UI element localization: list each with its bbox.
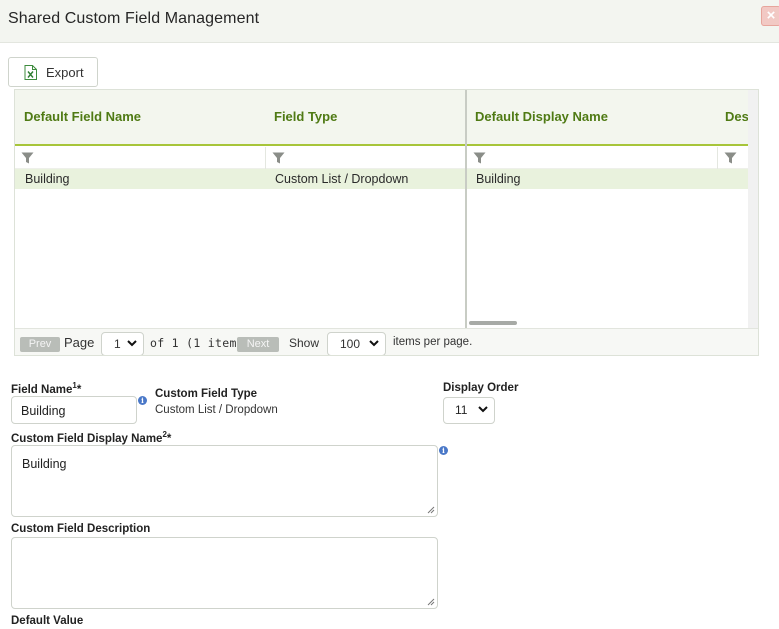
dialog-title-bar: Shared Custom Field Management × — [0, 0, 779, 43]
display-name-textarea[interactable]: Building — [11, 445, 438, 517]
grid-header: Default Field Name Field Type Default Di… — [15, 90, 749, 146]
display-name-value: Building — [22, 457, 67, 471]
show-label: Show — [289, 336, 320, 350]
prev-page-button[interactable]: Prev — [20, 337, 60, 352]
description-label: Custom Field Description — [11, 523, 151, 535]
custom-fields-grid: Default Field Name Field Type Default Di… — [14, 89, 759, 356]
column-header-description[interactable]: Des — [725, 109, 749, 124]
field-name-info-icon[interactable]: i — [138, 396, 147, 405]
column-header-default-display-name[interactable]: Default Display Name — [475, 109, 608, 124]
display-name-label: Custom Field Display Name2* — [11, 430, 172, 445]
cell-field-type: Custom List / Dropdown — [275, 172, 409, 186]
frozen-column-divider — [465, 90, 467, 328]
cell-field-name: Building — [25, 172, 70, 186]
filter-icon[interactable] — [272, 152, 285, 164]
display-order-label: Display Order — [443, 382, 519, 394]
page-count-text: of 1 (1 items) — [150, 336, 252, 350]
filter-icon[interactable] — [724, 152, 737, 164]
page-size-select[interactable]: 100 — [327, 332, 386, 355]
table-row[interactable]: Building Custom List / Dropdown Building — [15, 169, 748, 189]
default-value-label: Default Value — [11, 615, 84, 627]
filter-cell-description[interactable] — [718, 147, 748, 169]
custom-field-type-label: Custom Field Type — [155, 388, 258, 400]
items-per-page-label: items per page. — [393, 336, 473, 348]
page-size-value: 100 — [340, 337, 361, 351]
column-header-field-type[interactable]: Field Type — [274, 109, 337, 124]
export-button[interactable]: Export — [8, 57, 98, 87]
close-button[interactable]: × — [761, 6, 779, 26]
horizontal-scrollbar-thumb[interactable] — [469, 321, 517, 325]
resize-grip-icon[interactable] — [427, 506, 435, 514]
display-name-info-icon[interactable]: i — [439, 446, 448, 455]
filter-cell-field-name[interactable] — [15, 147, 266, 169]
filter-cell-field-type[interactable] — [266, 147, 466, 169]
excel-icon — [24, 65, 37, 83]
page-label: Page — [64, 335, 95, 350]
filter-icon[interactable] — [21, 152, 34, 164]
pager: Prev Page 1 of 1 (1 items) Next Show 100… — [15, 328, 758, 355]
cell-display-name: Building — [476, 172, 521, 186]
field-name-input[interactable]: Building — [11, 396, 137, 424]
filter-cell-display-name[interactable] — [467, 147, 718, 169]
filter-icon[interactable] — [473, 152, 486, 164]
resize-grip-icon[interactable] — [427, 598, 435, 606]
chevron-down-icon — [369, 340, 379, 347]
filter-row — [15, 147, 748, 169]
custom-field-type-value: Custom List / Dropdown — [155, 404, 278, 416]
page-select-value: 1 — [114, 337, 121, 351]
vertical-scrollbar[interactable] — [748, 90, 758, 328]
page-select[interactable]: 1 — [101, 332, 144, 355]
chevron-down-icon — [127, 340, 137, 347]
close-icon: × — [766, 7, 776, 24]
dialog-title: Shared Custom Field Management — [8, 10, 260, 27]
column-header-default-field-name[interactable]: Default Field Name — [24, 109, 141, 124]
display-order-select[interactable]: 11 — [443, 397, 495, 424]
field-name-value: Building — [21, 404, 66, 418]
description-textarea[interactable] — [11, 537, 438, 609]
export-label: Export — [46, 65, 84, 80]
field-name-label: Field Name1* — [11, 381, 82, 396]
display-order-value: 11 — [455, 403, 468, 417]
next-page-button[interactable]: Next — [237, 337, 279, 352]
chevron-down-icon — [478, 406, 488, 413]
